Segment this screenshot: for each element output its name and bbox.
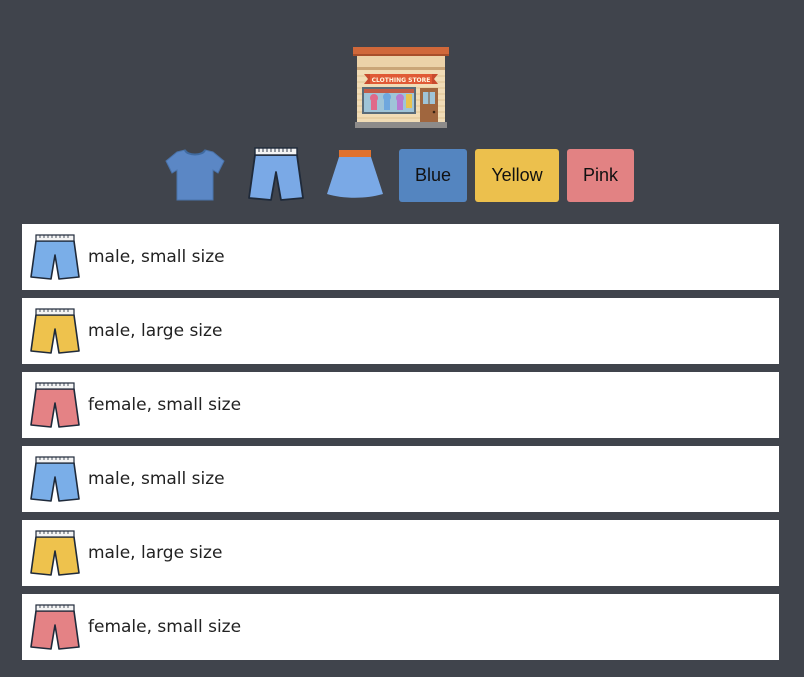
list-item[interactable]: male, small size <box>22 224 779 290</box>
list-item[interactable]: female, small size <box>22 372 779 438</box>
shorts-icon <box>248 147 304 201</box>
list-item[interactable]: male, small size <box>22 446 779 512</box>
shorts-icon <box>30 456 80 502</box>
pink-filter-button[interactable]: Pink <box>567 149 634 202</box>
list-item[interactable]: male, large size <box>22 520 779 586</box>
clothing-store-icon: CLOTHING STORE <box>352 46 450 130</box>
shorts-icon <box>30 308 80 354</box>
shorts-filter-button[interactable] <box>244 146 308 204</box>
skirt-filter-button[interactable] <box>323 146 387 204</box>
shorts-icon <box>30 530 80 576</box>
store-sign-text: CLOTHING STORE <box>372 77 431 84</box>
yellow-filter-button[interactable]: Yellow <box>475 149 559 202</box>
list-item[interactable]: male, large size <box>22 298 779 364</box>
list-item-label: female, small size <box>88 617 242 637</box>
list-item-label: male, small size <box>88 469 225 489</box>
skirt-icon <box>327 150 383 198</box>
list-item-label: female, small size <box>88 395 242 415</box>
list-item-label: male, small size <box>88 247 225 267</box>
shirt-icon <box>165 149 225 201</box>
shorts-icon <box>30 604 80 650</box>
list-item-label: male, large size <box>88 543 223 563</box>
shirt-filter-button[interactable] <box>163 146 227 204</box>
list-item-label: male, large size <box>88 321 223 341</box>
shorts-icon <box>30 382 80 428</box>
list-item[interactable]: female, small size <box>22 594 779 660</box>
shorts-icon <box>30 234 80 280</box>
blue-filter-button[interactable]: Blue <box>399 149 467 202</box>
